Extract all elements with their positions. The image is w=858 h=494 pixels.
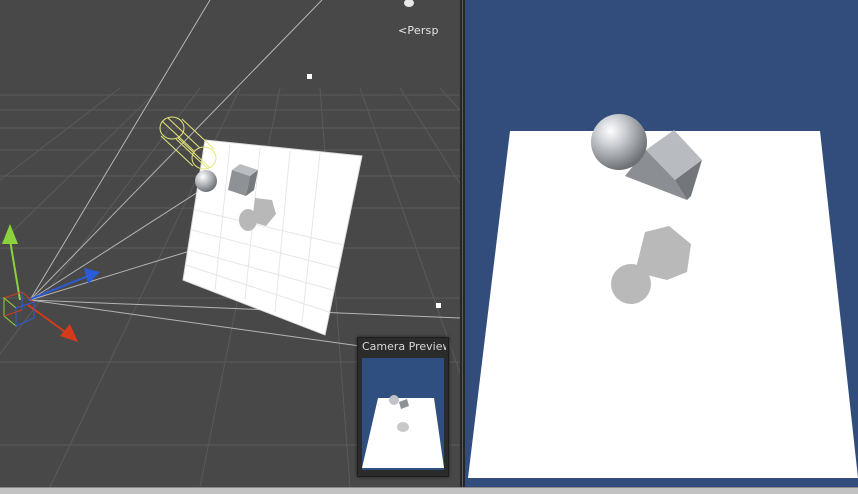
- game-canvas: [468, 114, 858, 478]
- unity-editor-viewports: <Persp Camera Preview: [0, 0, 858, 494]
- persp-arrow-icon: <: [398, 24, 408, 37]
- camera-preview-render: [362, 358, 444, 470]
- view-gizmo-cone[interactable]: [404, 0, 414, 7]
- camera-preview-title: Camera Preview: [362, 340, 446, 353]
- projection-text: Persp: [407, 24, 439, 37]
- game-view[interactable]: [465, 0, 858, 487]
- plane-object[interactable]: [182, 139, 363, 336]
- scene-view[interactable]: <Persp Camera Preview: [0, 0, 460, 487]
- bottom-status-bar: [0, 487, 858, 494]
- frustum-handle-right[interactable]: [436, 303, 441, 308]
- sphere-object[interactable]: [195, 170, 217, 192]
- projection-label[interactable]: <Persp: [398, 24, 439, 37]
- game-sphere: [591, 114, 647, 170]
- frustum-handle-top[interactable]: [307, 74, 312, 79]
- camera-preview-panel: Camera Preview: [357, 337, 449, 477]
